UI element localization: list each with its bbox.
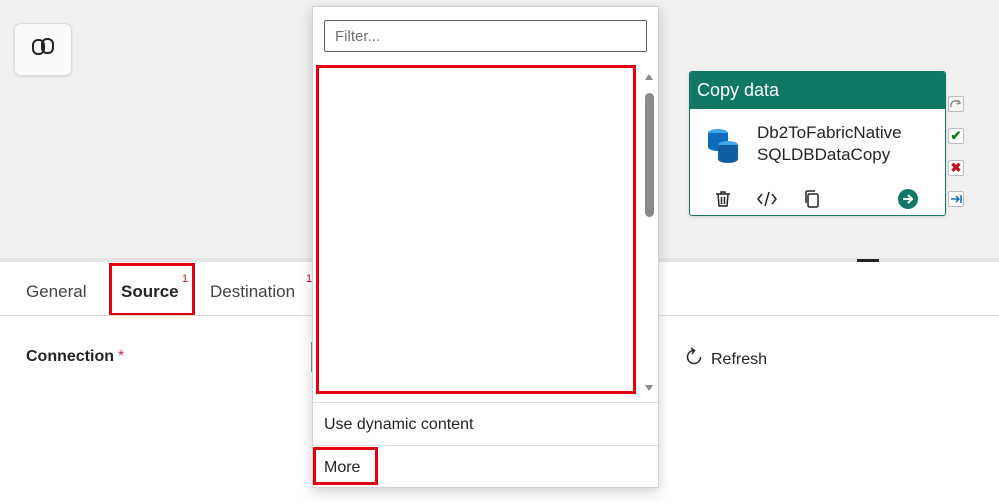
delete-icon[interactable]	[711, 187, 735, 211]
menu-divider	[313, 445, 658, 446]
connection-dropdown: Use dynamic content More	[312, 6, 659, 488]
completion-icon[interactable]	[948, 191, 964, 207]
connection-label-text: Connection	[26, 348, 114, 365]
refresh-icon	[683, 346, 705, 373]
skip-icon[interactable]	[948, 96, 964, 112]
activity-name: Db2ToFabricNative SQLDBDataCopy	[757, 122, 902, 166]
database-icon	[706, 125, 742, 170]
scroll-down-icon[interactable]	[643, 382, 655, 394]
tab-general[interactable]: General	[26, 282, 86, 302]
list-highlight	[316, 65, 636, 394]
refresh-button[interactable]: Refresh	[683, 346, 767, 373]
scrollbar-thumb[interactable]	[645, 93, 654, 217]
fail-icon[interactable]: ✖	[948, 160, 964, 176]
activity-type-label: Copy data	[690, 72, 945, 109]
connection-label: Connection *	[26, 348, 124, 366]
filter-input[interactable]	[324, 20, 647, 52]
copilot-icon	[30, 34, 56, 65]
source-tab-highlight	[109, 263, 195, 316]
resize-handle[interactable]	[857, 259, 879, 262]
more-highlight	[313, 447, 378, 485]
success-icon[interactable]: ✔	[948, 128, 964, 144]
copilot-button[interactable]	[14, 23, 72, 76]
use-dynamic-content-option[interactable]: Use dynamic content	[324, 416, 473, 434]
activity-name-line2: SQLDBDataCopy	[757, 145, 891, 164]
scroll-up-icon[interactable]	[643, 71, 655, 83]
menu-divider	[313, 402, 658, 403]
copy-icon[interactable]	[800, 187, 824, 211]
activity-name-line1: Db2ToFabricNative	[757, 123, 902, 142]
code-icon[interactable]	[755, 187, 779, 211]
tab-destination[interactable]: Destination	[210, 282, 295, 302]
arrow-right-circle-icon[interactable]	[896, 187, 920, 211]
copy-data-activity[interactable]: Copy data Db2ToFabricNative SQLDBDataCop…	[689, 71, 946, 216]
refresh-label: Refresh	[711, 350, 768, 368]
required-mark: *	[118, 348, 125, 365]
